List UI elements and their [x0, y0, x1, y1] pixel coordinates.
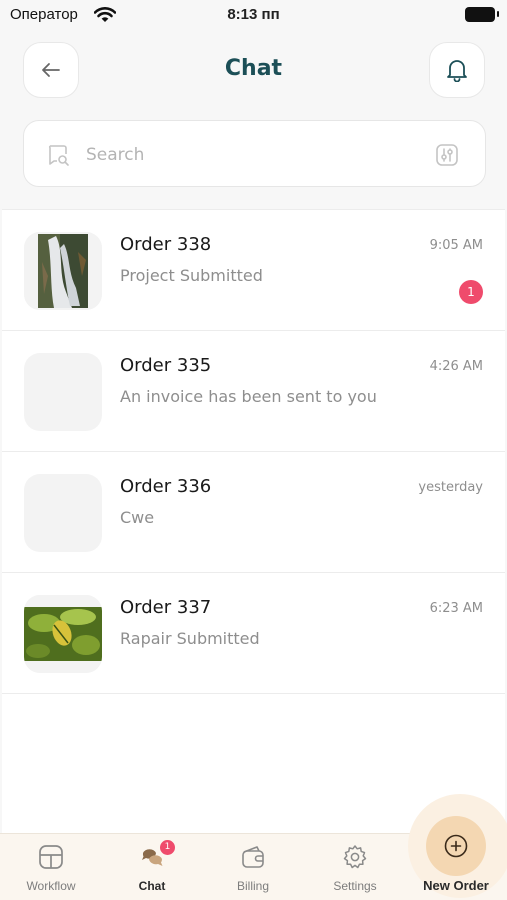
workflow-icon: [39, 845, 63, 869]
chat-last-message: An invoice has been sent to you: [120, 387, 377, 406]
chat-list: Order 338 Project Submitted 9:05 AM 1 Or…: [2, 209, 505, 833]
chat-search-icon: [46, 143, 70, 171]
chat-time: yesterday: [418, 480, 483, 495]
tab-label: Billing: [236, 879, 269, 893]
filter-icon[interactable]: [435, 143, 459, 171]
tab-label: Chat: [138, 879, 166, 893]
tab-label: Workflow: [26, 879, 76, 893]
chat-time: 9:05 AM: [429, 238, 483, 253]
chat-last-message: Project Submitted: [120, 266, 263, 285]
chat-thumbnail: [24, 595, 102, 673]
battery-icon: [465, 7, 499, 22]
chat-thumbnail: [24, 474, 102, 552]
chat-last-message: Rapair Submitted: [120, 629, 260, 648]
plus-circle-icon: [444, 834, 468, 858]
chat-item[interactable]: Order 338 Project Submitted 9:05 AM 1: [2, 210, 505, 331]
chat-item[interactable]: Order 336 Cwe yesterday: [2, 452, 505, 573]
tab-label: Settings: [333, 879, 377, 893]
chat-item[interactable]: Order 337 Rapair Submitted 6:23 AM: [2, 573, 505, 694]
search-input[interactable]: Search: [86, 145, 144, 165]
tab-chat[interactable]: 1 Chat: [102, 834, 202, 900]
gear-icon: [343, 845, 367, 869]
chat-thumbnail: [24, 232, 102, 310]
chat-time: 4:26 AM: [429, 359, 483, 374]
search-bar[interactable]: Search: [23, 120, 486, 187]
chat-title: Order 338: [120, 234, 212, 255]
wallet-icon: [242, 846, 264, 868]
unread-badge: 1: [459, 280, 483, 304]
status-time: 8:13 пп: [227, 6, 280, 23]
chat-title: Order 336: [120, 476, 212, 497]
chat-title: Order 335: [120, 355, 212, 376]
chat-thumbnail: [24, 353, 102, 431]
chat-badge: 1: [160, 840, 175, 855]
status-bar: Оператор 8:13 пп: [0, 0, 507, 30]
tab-billing[interactable]: Billing: [202, 834, 304, 900]
new-order-label: New Order: [423, 878, 489, 893]
chat-time: 6:23 AM: [429, 601, 483, 616]
chat-last-message: Cwe: [120, 508, 155, 527]
chat-title: Order 337: [120, 597, 212, 618]
notifications-button[interactable]: [429, 42, 485, 98]
tab-workflow[interactable]: Workflow: [0, 834, 102, 900]
chat-item[interactable]: Order 335 An invoice has been sent to yo…: [2, 331, 505, 452]
bell-icon: [447, 60, 467, 82]
new-order-button[interactable]: [426, 816, 486, 876]
tab-settings[interactable]: Settings: [304, 834, 406, 900]
